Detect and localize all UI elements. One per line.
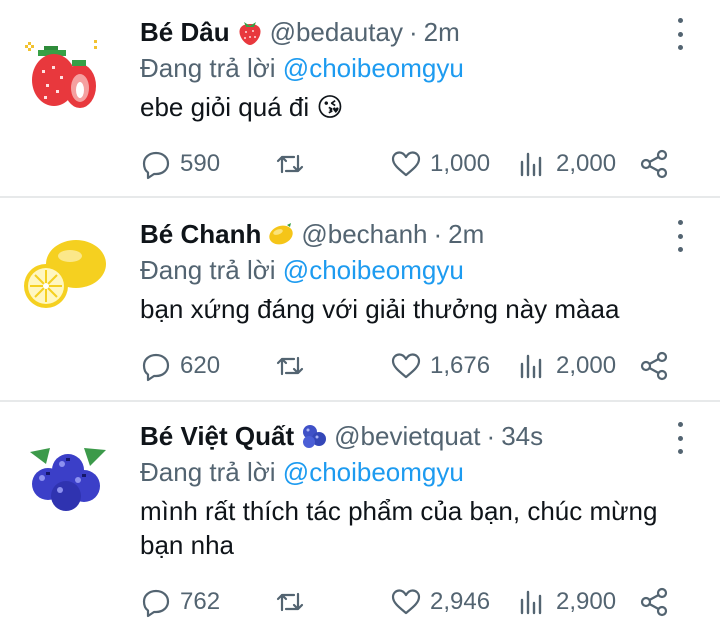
timestamp[interactable]: 2m <box>424 14 460 50</box>
analytics-icon <box>520 152 542 177</box>
retweet-button[interactable] <box>274 346 314 386</box>
more-options-icon[interactable] <box>670 18 690 50</box>
separator-dot: · <box>433 219 443 249</box>
reply-icon <box>142 353 170 382</box>
reply-button[interactable]: 762 <box>140 582 220 622</box>
lemon-avatar[interactable] <box>22 228 112 318</box>
reply-count: 590 <box>180 150 221 177</box>
tweet-content: Bé Chanh @bechanh · 2m Đang trả lời @cho… <box>140 216 660 326</box>
views-button[interactable]: 2,000 <box>516 144 616 184</box>
view-count: 2,000 <box>556 352 617 379</box>
like-count: 1,000 <box>430 150 491 177</box>
more-options-icon[interactable] <box>670 422 690 454</box>
tweet-text: ebe giỏi quá đi 😘 <box>140 92 344 122</box>
like-button[interactable]: 2,946 <box>390 582 490 622</box>
like-button[interactable]: 1,676 <box>390 346 490 386</box>
tweet[interactable]: Bé Chanh @bechanh · 2m Đang trả lời @cho… <box>0 198 720 400</box>
tweet-text: bạn xứng đáng với giải thưởng này màaa <box>140 294 620 324</box>
share-icon <box>640 587 668 617</box>
separator-dot: · <box>408 17 418 47</box>
tweet-content: Bé Dâu @bedautay · 2m Đang trả lời @choi… <box>140 14 660 124</box>
tweet-header: Bé Việt Quất @bevietquat · 34s <box>140 418 660 454</box>
views-button[interactable]: 2,000 <box>516 346 616 386</box>
user-handle[interactable]: @bedautay <box>270 14 403 50</box>
tweet[interactable]: Bé Việt Quất @bevietquat · 34s Đang trả … <box>0 402 720 624</box>
tweet-header: Bé Dâu @bedautay · 2m <box>140 14 660 50</box>
mention-link[interactable]: @choibeomgyu <box>283 53 464 83</box>
more-options-icon[interactable] <box>670 220 690 252</box>
tweet-content: Bé Việt Quất @bevietquat · 34s Đang trả … <box>140 418 660 562</box>
view-count: 2,900 <box>556 588 617 615</box>
reply-prefix: Đang trả lời <box>140 255 276 285</box>
retweet-button[interactable] <box>274 144 314 184</box>
timestamp[interactable]: 2m <box>448 216 484 252</box>
retweet-button[interactable] <box>274 582 314 622</box>
heart-icon <box>391 353 421 379</box>
tweet-text: mình rất thích tác phẩm của bạn, chúc mừ… <box>140 496 658 560</box>
analytics-icon <box>520 590 542 615</box>
like-count: 2,946 <box>430 588 491 615</box>
reply-prefix: Đang trả lời <box>140 53 276 83</box>
reply-context: Đang trả lời @choibeomgyu <box>140 252 660 288</box>
like-button[interactable]: 1,000 <box>390 144 490 184</box>
views-button[interactable]: 2,900 <box>516 582 616 622</box>
reply-context: Đang trả lời @choibeomgyu <box>140 50 660 86</box>
analytics-icon <box>520 354 542 379</box>
like-count: 1,676 <box>430 352 491 379</box>
reply-count: 620 <box>180 352 221 379</box>
blueberry-avatar[interactable] <box>22 430 112 520</box>
strawberry-avatar[interactable] <box>22 34 112 124</box>
retweet-icon <box>276 592 304 612</box>
reply-button[interactable]: 590 <box>140 144 220 184</box>
user-handle[interactable]: @bechanh <box>301 216 427 252</box>
display-name[interactable]: Bé Dâu <box>140 14 230 50</box>
mention-link[interactable]: @choibeomgyu <box>283 255 464 285</box>
share-button[interactable] <box>638 346 670 386</box>
mention-link[interactable]: @choibeomgyu <box>283 457 464 487</box>
separator-dot: · <box>486 421 496 451</box>
heart-icon <box>391 589 421 615</box>
view-count: 2,000 <box>556 150 617 177</box>
strawberry-icon <box>239 22 261 45</box>
user-handle[interactable]: @bevietquat <box>334 418 480 454</box>
reply-icon <box>142 151 170 180</box>
share-icon <box>640 351 668 381</box>
heart-icon <box>391 151 421 177</box>
reply-icon <box>142 589 170 618</box>
reply-button[interactable]: 620 <box>140 346 220 386</box>
reply-context: Đang trả lời @choibeomgyu <box>140 454 660 490</box>
tweet-actions: 762 2,946 2,900 <box>140 582 680 622</box>
reply-prefix: Đang trả lời <box>140 457 276 487</box>
retweet-icon <box>276 154 304 174</box>
display-name[interactable]: Bé Chanh <box>140 216 261 252</box>
lemon-icon <box>269 223 294 245</box>
tweet-actions: 620 1,676 2,000 <box>140 346 680 386</box>
blueberries-icon <box>303 425 327 448</box>
tweet-actions: 590 1,000 2,000 <box>140 144 680 184</box>
reply-count: 762 <box>180 588 221 615</box>
tweet-header: Bé Chanh @bechanh · 2m <box>140 216 660 252</box>
display-name[interactable]: Bé Việt Quất <box>140 418 294 454</box>
timestamp[interactable]: 34s <box>501 418 543 454</box>
reply-feed: Bé Dâu @bedautay · 2m Đang trả lời @choi… <box>0 0 720 624</box>
share-icon <box>640 149 668 179</box>
tweet[interactable]: Bé Dâu @bedautay · 2m Đang trả lời @choi… <box>0 0 720 196</box>
retweet-icon <box>276 356 304 376</box>
share-button[interactable] <box>638 144 670 184</box>
share-button[interactable] <box>638 582 670 622</box>
